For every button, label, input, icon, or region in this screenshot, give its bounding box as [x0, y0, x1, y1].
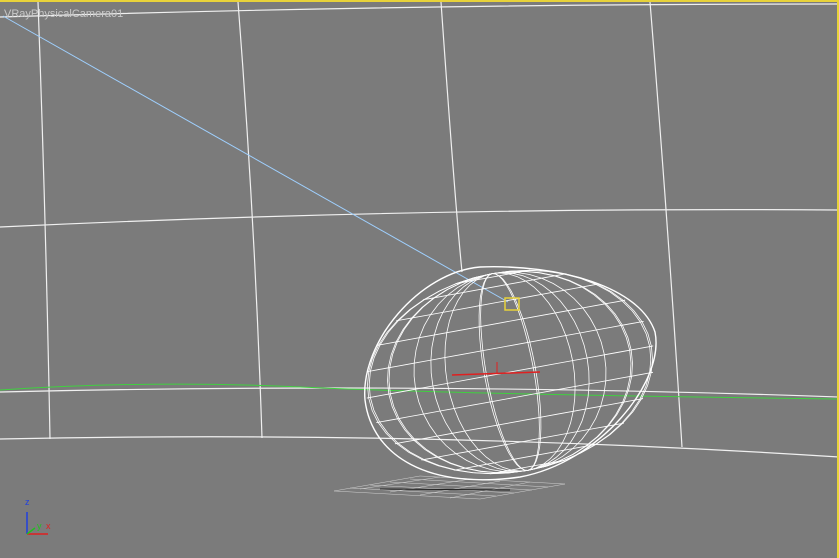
- mesh-parallel: [396, 283, 599, 322]
- viewport-label[interactable]: VRayPhysicalCamera01: [4, 8, 123, 20]
- axis-y-label: y: [37, 521, 42, 531]
- ground-grid: [333, 475, 566, 500]
- axis-z-label: z: [25, 497, 30, 507]
- horizon-line: [0, 383, 837, 400]
- transform-gizmo: [451, 362, 541, 376]
- camera-viewport[interactable]: VRayPhysicalCamera01 z y x: [0, 0, 839, 558]
- mesh-meridian: [492, 269, 653, 471]
- viewport-scene[interactable]: [0, 2, 839, 558]
- axis-x-label: x: [46, 521, 51, 531]
- mesh-parallel: [421, 422, 624, 461]
- camera-target-line: [2, 15, 509, 303]
- mesh-meridian: [492, 270, 632, 471]
- mesh-meridian: [492, 270, 633, 471]
